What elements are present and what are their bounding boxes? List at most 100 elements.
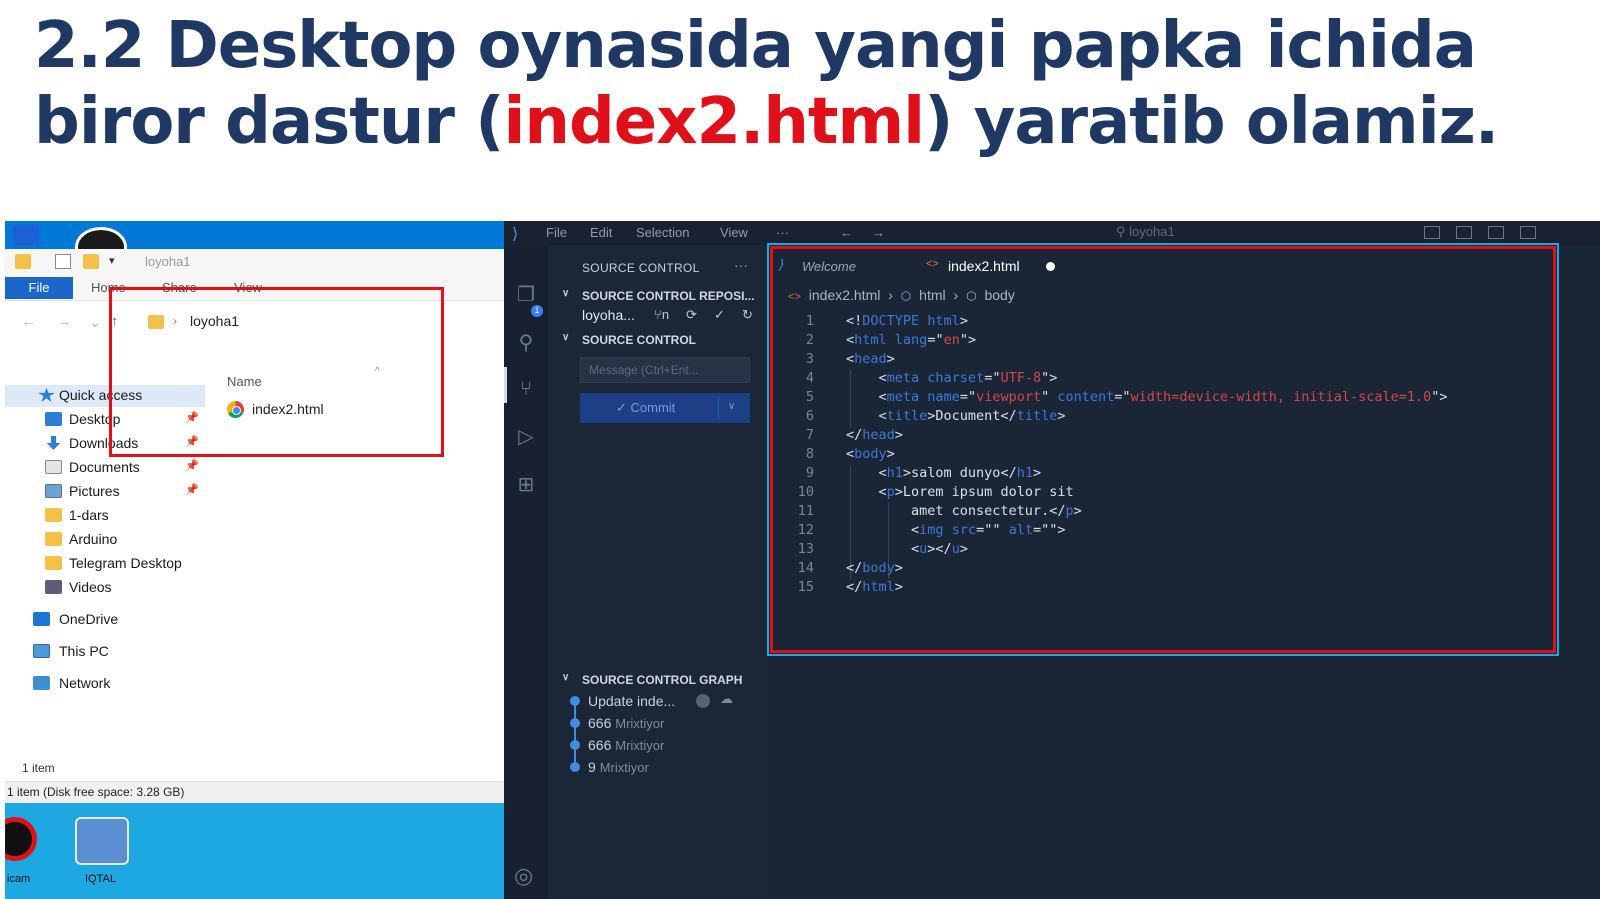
code-text: <body> (846, 446, 895, 462)
code-line[interactable]: 11 amet consectetur.</p> (770, 503, 1600, 522)
menu-selection[interactable]: Selection (636, 225, 689, 240)
section-source-control[interactable]: ∨ SOURCE CONTROL (560, 329, 770, 351)
code-line[interactable]: 12 <img src="" alt=""> (770, 522, 1600, 541)
sidebar-item-1-dars[interactable]: 1-dars (5, 505, 205, 527)
search-icon[interactable]: ⚲ (514, 331, 538, 355)
sidebar-item-arduino[interactable]: Arduino (5, 529, 205, 551)
code-line[interactable]: 3 <head> (770, 351, 1600, 370)
section-graph[interactable]: ∨ SOURCE CONTROL GRAPH (560, 669, 770, 691)
breadcrumb-item[interactable]: body (984, 287, 1014, 303)
quick-access-toolbar: ▾ loyoha1 (5, 249, 504, 275)
code-token: =" (927, 332, 944, 348)
desktop-app-icon[interactable] (75, 817, 129, 865)
code-line[interactable]: 4 <meta charset="UTF-8"> (770, 370, 1600, 389)
graph-commit[interactable]: 9 Mrixtiyor (568, 757, 768, 779)
commit-message-input[interactable]: Message (Ctrl+Ent... (580, 357, 750, 383)
code-token: body (862, 560, 895, 576)
slide-title-highlight: index2.html (503, 85, 925, 159)
record-app-icon[interactable] (5, 817, 37, 861)
commit-title: 666 (588, 715, 612, 731)
graph-commit[interactable]: 666 Mrixtiyor (568, 735, 768, 763)
code-line[interactable]: 6 <title>Document</title> (770, 408, 1600, 427)
chevron-down-icon[interactable]: ∨ (728, 401, 735, 412)
new-folder-icon[interactable] (83, 254, 99, 269)
desktop-icon (45, 412, 62, 426)
sync-icon[interactable]: ⟳ (686, 307, 697, 323)
menu-more[interactable]: ··· (776, 225, 789, 240)
code-line[interactable]: 13 <u></u> (770, 541, 1600, 560)
tab-index2-html[interactable]: <> index2.html (922, 253, 1072, 281)
run-debug-icon[interactable]: ▷ (514, 425, 538, 449)
tab-welcome[interactable]: ⟩ Welcome (776, 253, 916, 281)
code-token: en (943, 332, 960, 348)
code-token: "> (959, 332, 977, 348)
ribbon-tab-file[interactable]: File (5, 277, 73, 299)
code-token: p (1065, 503, 1074, 519)
graph-commit[interactable]: 666 Mrixtiyor (568, 713, 768, 741)
annotation-highlight-box (109, 287, 444, 457)
code-line[interactable]: 10 <p>Lorem ipsum dolor sit (770, 484, 1600, 503)
code-token: < (846, 484, 887, 500)
extensions-icon[interactable]: ⊞ (514, 473, 538, 497)
nav-back-icon[interactable]: ← (840, 225, 853, 240)
code-token: head (862, 427, 895, 443)
toggle-sidebar-icon[interactable] (1424, 226, 1440, 239)
source-control-icon[interactable]: ⑂ (514, 377, 538, 401)
menu-file[interactable]: File (546, 225, 567, 240)
sidebar-item-network[interactable]: Network (5, 673, 205, 695)
code-token: "> (1431, 389, 1448, 405)
code-line[interactable]: 9 <h1>salom dunyo</h1> (770, 465, 1600, 484)
more-actions-icon[interactable]: ··· (734, 257, 748, 273)
command-center-search[interactable]: ⚲ loyoha1 (1116, 224, 1175, 240)
code-line[interactable]: 2 <html lang="en"> (770, 332, 1600, 351)
customize-layout-icon[interactable] (1520, 226, 1536, 239)
code-line[interactable]: 7 </head> (770, 427, 1600, 446)
recent-locations-icon[interactable]: ⌄ (89, 313, 102, 331)
customize-toolbar-icon[interactable]: ▾ (109, 254, 115, 267)
commit-author: Mrixtiyor (599, 760, 649, 775)
branch-icon[interactable]: ⑂n (654, 307, 669, 322)
code-line[interactable]: 14 </body> (770, 560, 1600, 579)
network-icon (33, 676, 50, 690)
sidebar-item-documents[interactable]: Documents 📌 (5, 457, 205, 479)
explorer-icon[interactable]: ❐ (514, 283, 538, 307)
nav-forward-icon[interactable]: → (872, 225, 885, 240)
toggle-secondary-sidebar-icon[interactable] (1488, 226, 1504, 239)
sidebar-item-onedrive[interactable]: OneDrive (5, 609, 205, 631)
line-number: 1 (805, 313, 814, 329)
commit-check-icon[interactable]: ✓ (714, 307, 725, 323)
code-token: </ (846, 579, 863, 595)
commit-button[interactable]: ✓ Commit ∨ (580, 393, 750, 423)
toggle-panel-icon[interactable] (1456, 226, 1472, 239)
line-number: 7 (805, 427, 814, 443)
code-line[interactable]: 15 </html> (770, 579, 1600, 598)
back-icon[interactable]: ← (21, 313, 36, 330)
menu-edit[interactable]: Edit (590, 225, 612, 240)
code-token: < (846, 408, 887, 424)
code-text: <img src="" alt=""> (846, 522, 1065, 538)
documents-icon (45, 460, 62, 474)
chevron-down-icon: ∨ (562, 672, 570, 683)
sidebar-item-pictures[interactable]: Pictures 📌 (5, 481, 205, 503)
sidebar-item-videos[interactable]: Videos (5, 577, 205, 599)
section-repositories[interactable]: ∨ SOURCE CONTROL REPOSI... (560, 285, 770, 307)
repository-item[interactable]: loyoha... ⑂n ⟳ ✓ ↻ (582, 307, 762, 331)
graph-commit[interactable]: Update inde... ☁ (568, 691, 768, 719)
menu-view[interactable]: View (720, 225, 748, 240)
forward-icon[interactable]: → (57, 313, 72, 330)
slide-title-part2: ) yaratib olamiz. (924, 85, 1499, 159)
account-icon[interactable]: ◎ (514, 863, 533, 889)
code-line[interactable]: 5 <meta name="viewport" content="width=d… (770, 389, 1600, 408)
code-line[interactable]: 1 <!DOCTYPE html> (770, 313, 1600, 332)
vscode-logo-icon: ⟩ (778, 257, 784, 272)
sidebar-item-telegram-desktop[interactable]: Telegram Desktop (5, 553, 205, 575)
refresh-icon[interactable]: ↻ (742, 307, 753, 323)
unsaved-dot-icon[interactable] (1046, 262, 1055, 271)
code-line[interactable]: 8 <body> (770, 446, 1600, 465)
breadcrumb-item[interactable]: index2.html (809, 287, 881, 303)
code-token: content (1057, 389, 1115, 405)
properties-icon[interactable] (55, 254, 71, 269)
breadcrumb-item[interactable]: html (919, 287, 945, 303)
sidebar-item-this-pc[interactable]: This PC (5, 641, 205, 663)
